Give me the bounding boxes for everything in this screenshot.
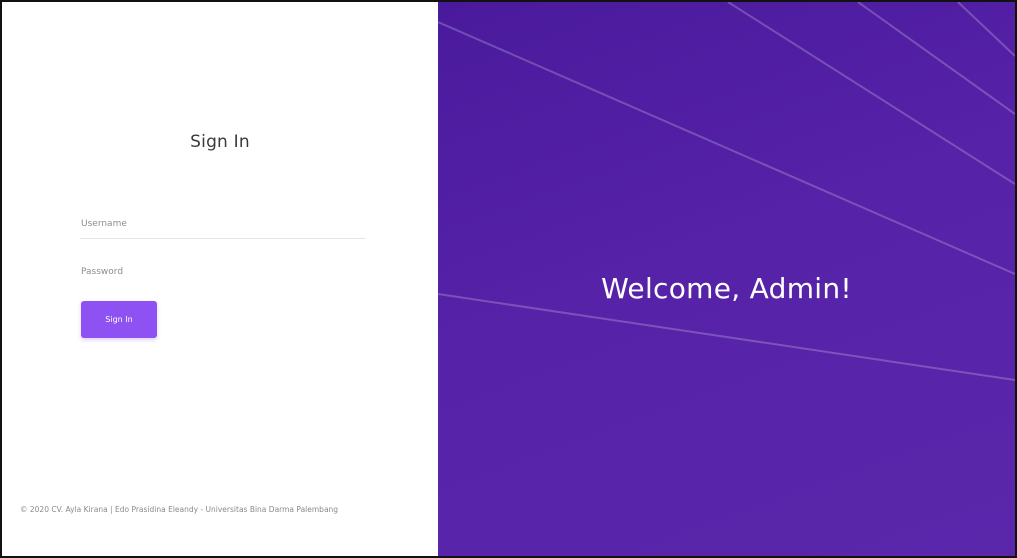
- password-input[interactable]: [80, 257, 366, 287]
- decorative-line: [857, 2, 1015, 115]
- login-panel: Sign In Sign In © 2020 CV. Ayla Kirana |…: [2, 2, 438, 556]
- decorative-line: [438, 21, 1015, 275]
- decorative-line: [727, 2, 1015, 185]
- login-title: Sign In: [190, 132, 250, 152]
- welcome-panel: Welcome, Admin!: [438, 2, 1015, 556]
- username-input[interactable]: [80, 209, 366, 239]
- welcome-heading: Welcome, Admin!: [601, 272, 852, 305]
- footer-credits: © 2020 CV. Ayla Kirana | Edo Prasidina E…: [20, 505, 339, 514]
- decorative-line: [438, 293, 1015, 381]
- sign-in-button[interactable]: Sign In: [81, 301, 157, 338]
- decorative-line: [957, 2, 1015, 57]
- page-frame: Sign In Sign In © 2020 CV. Ayla Kirana |…: [0, 0, 1017, 558]
